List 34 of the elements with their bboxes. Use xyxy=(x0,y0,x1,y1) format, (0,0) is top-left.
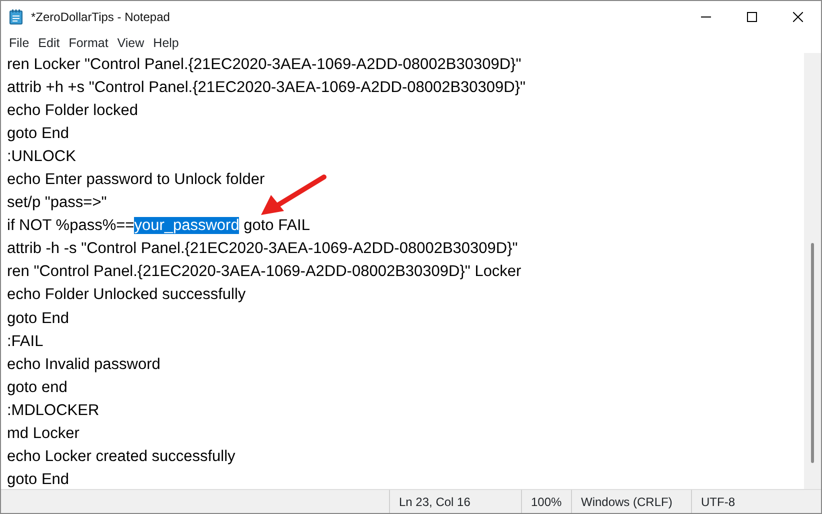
notepad-icon xyxy=(9,9,23,25)
menu-item[interactable]: View xyxy=(112,34,148,52)
maximize-icon xyxy=(747,12,757,22)
code-line: set/p "pass=>" xyxy=(7,193,108,214)
code-line: attrib -h -s "Control Panel.{21EC2020-3AEA-1069-A2DD-08002B30309D}" xyxy=(7,239,519,260)
code-line: md Locker xyxy=(7,424,80,444)
code-line: goto End xyxy=(7,470,70,489)
code-line: echo Invalid password xyxy=(7,354,162,375)
menu-item[interactable]: Help xyxy=(148,34,183,52)
code-line: goto end xyxy=(7,378,68,398)
menu-item[interactable]: Edit xyxy=(33,34,64,52)
code-line: echo Locker created successfully xyxy=(7,446,236,467)
scroll-thumb[interactable] xyxy=(811,243,814,463)
code-line: attrib +h +s "Control Panel.{21EC2020-3AEA-1069-A2DD-08002B30309D}" xyxy=(7,78,527,98)
code-line: if NOT %pass%==your_password goto FAIL xyxy=(7,216,311,236)
close-icon xyxy=(793,12,803,22)
code-line: goto End xyxy=(7,124,70,144)
code-line: ren "Control Panel.{21EC2020-3AEA-1069-A2DD-08002B30309D}" Locker xyxy=(7,262,522,282)
code-line: goto End xyxy=(7,308,70,329)
code-line: :UNLOCK xyxy=(7,147,77,168)
zoom-level: 100% xyxy=(531,494,562,510)
menu-item[interactable]: Format xyxy=(64,34,112,52)
code-line: echo Folder Unlocked successfully xyxy=(7,285,247,306)
line-ending: Windows (CRLF) xyxy=(581,494,672,510)
window-title: *ZeroDollarTips - Notepad xyxy=(31,9,170,26)
code-line: :FAIL xyxy=(7,332,44,352)
encoding: UTF-8 xyxy=(701,494,735,510)
scrollbar[interactable] xyxy=(804,53,821,489)
code-line: echo Enter password to Unlock folder xyxy=(7,170,266,190)
code-line: :MDLOCKER xyxy=(7,400,100,421)
code-line: ren Locker "Control Panel.{21EC2020-3AEA-1069-A2DD-08002B30309D}" xyxy=(7,55,522,75)
code-line: echo Folder locked xyxy=(7,101,139,122)
cursor-position: Ln 23, Col 16 xyxy=(399,494,470,510)
menu-item[interactable]: File xyxy=(4,34,34,52)
